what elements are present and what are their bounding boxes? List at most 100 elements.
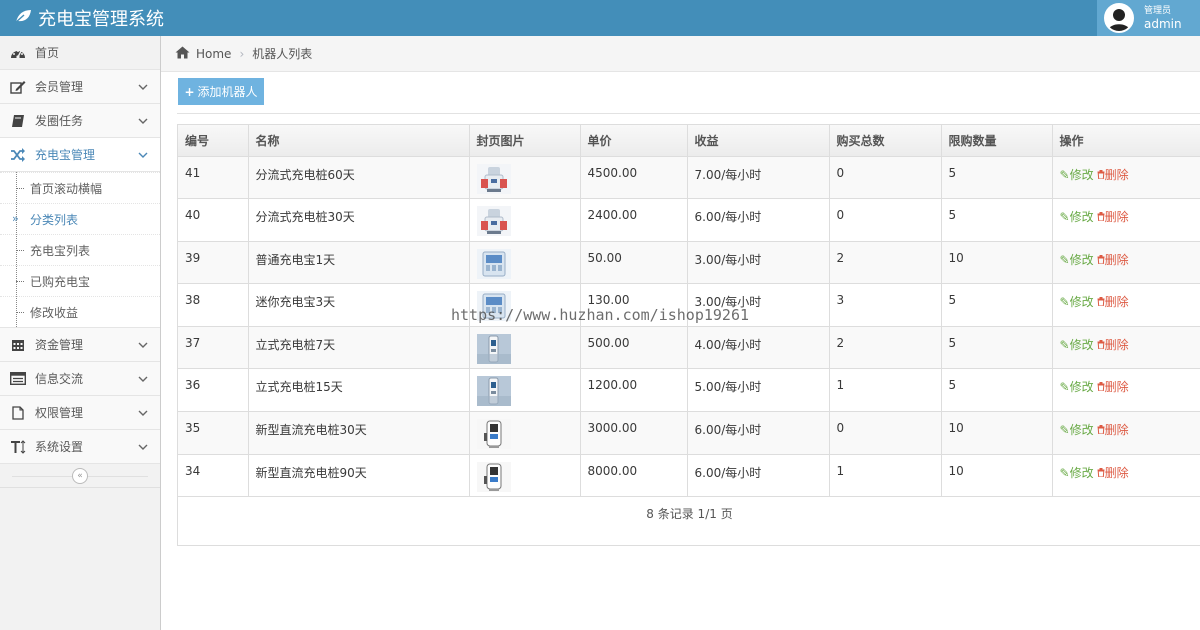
table-row: 41 分流式充电桩60天 4500.00 7.00/每小时 0 5 ✎修改 删除 <box>178 156 1200 200</box>
cell-limit: 5 <box>941 283 1053 327</box>
column-header-price[interactable]: 单价 <box>580 125 688 157</box>
sidebar-item-label: 资金管理 <box>35 338 84 352</box>
chevron-down-icon <box>138 407 148 421</box>
collapse-sidebar-icon[interactable]: « <box>72 467 88 484</box>
submenu-item-purchased[interactable]: 已购充电宝 <box>0 265 160 296</box>
cell-actions: ✎修改 删除 <box>1052 326 1200 370</box>
column-header-income[interactable]: 收益 <box>687 125 830 157</box>
table-row: 40 分流式充电桩30天 2400.00 6.00/每小时 0 5 ✎修改 删除 <box>178 198 1200 242</box>
cell-limit: 5 <box>941 368 1053 413</box>
breadcrumb-current: 机器人列表 <box>252 47 313 61</box>
cell-name: 普通充电宝1天 <box>248 241 470 285</box>
submenu-item-powerbank-list[interactable]: 充电宝列表 <box>0 234 160 265</box>
cell-price: 1200.00 <box>580 368 688 413</box>
cell-total: 1 <box>829 368 942 413</box>
chevron-down-icon <box>138 339 148 353</box>
product-image-thumbnail[interactable] <box>476 163 511 194</box>
cell-limit: 5 <box>941 198 1053 242</box>
submenu-item-edit-income[interactable]: 修改收益 <box>0 296 160 327</box>
cell-actions: ✎修改 删除 <box>1052 156 1200 200</box>
column-header-id[interactable]: 编号 <box>178 125 249 157</box>
delete-link[interactable]: 删除 <box>1097 210 1129 224</box>
user-menu[interactable]: 管理员 admin <box>1097 0 1200 36</box>
column-header-image[interactable]: 封页图片 <box>469 125 581 157</box>
sidebar-item-permissions[interactable]: 权限管理 <box>0 396 160 430</box>
calendar-icon <box>10 337 26 353</box>
breadcrumb-home-link[interactable]: Home <box>196 47 231 61</box>
cell-actions: ✎修改 删除 <box>1052 368 1200 413</box>
cell-income: 5.00/每小时 <box>687 368 830 413</box>
pencil-icon: ✎ <box>1059 167 1070 182</box>
cell-name: 新型直流充电桩90天 <box>248 454 470 498</box>
cell-id: 36 <box>178 368 249 413</box>
edit-link[interactable]: ✎修改 <box>1060 295 1094 309</box>
delete-link[interactable]: 删除 <box>1097 295 1129 309</box>
cell-total: 2 <box>829 241 942 285</box>
cell-image <box>469 368 581 413</box>
submenu-item-category-list[interactable]: » 分类列表 <box>0 203 160 234</box>
sidebar-item-funds[interactable]: 资金管理 <box>0 328 160 362</box>
sidebar-item-home[interactable]: 首页 <box>0 36 160 70</box>
sidebar-item-label: 权限管理 <box>35 406 84 420</box>
cell-price: 50.00 <box>580 241 688 285</box>
product-image-thumbnail[interactable] <box>476 206 511 237</box>
edit-link[interactable]: ✎修改 <box>1060 423 1094 437</box>
cell-total: 1 <box>829 454 942 498</box>
edit-link[interactable]: ✎修改 <box>1060 210 1094 224</box>
cell-id: 34 <box>178 454 249 498</box>
edit-link[interactable]: ✎修改 <box>1060 168 1094 182</box>
trash-icon <box>1097 253 1105 267</box>
product-image-thumbnail[interactable] <box>476 461 511 492</box>
cell-price: 3000.00 <box>580 411 688 455</box>
delete-link[interactable]: 删除 <box>1097 253 1129 267</box>
sidebar-item-label: 充电宝管理 <box>35 148 96 162</box>
edit-link[interactable]: ✎修改 <box>1060 338 1094 352</box>
cell-total: 0 <box>829 198 942 242</box>
chevron-down-icon <box>138 441 148 455</box>
cell-name: 立式充电桩7天 <box>248 326 470 370</box>
delete-link[interactable]: 删除 <box>1097 338 1129 352</box>
cell-limit: 10 <box>941 241 1053 285</box>
chevron-down-icon <box>138 81 148 95</box>
sidebar-item-messages[interactable]: 信息交流 <box>0 362 160 396</box>
cell-name: 迷你充电宝3天 <box>248 283 470 327</box>
delete-link[interactable]: 删除 <box>1097 380 1129 394</box>
cell-actions: ✎修改 删除 <box>1052 241 1200 285</box>
table-row: 37 立式充电桩7天 500.00 4.00/每小时 2 5 ✎修改 删除 <box>178 326 1200 370</box>
sidebar-item-settings[interactable]: 系统设置 <box>0 430 160 464</box>
cell-income: 6.00/每小时 <box>687 411 830 455</box>
product-image-thumbnail[interactable] <box>476 333 511 364</box>
product-image-thumbnail[interactable] <box>476 419 511 450</box>
column-header-limit[interactable]: 限购数量 <box>941 125 1053 157</box>
double-angle-right-icon: » <box>12 212 19 225</box>
delete-link[interactable]: 删除 <box>1097 466 1129 480</box>
pencil-icon: ✎ <box>1059 252 1070 267</box>
sidebar-item-label: 发圈任务 <box>35 114 84 128</box>
product-image-thumbnail[interactable] <box>476 248 511 279</box>
product-image-thumbnail[interactable] <box>476 376 511 407</box>
delete-link[interactable]: 删除 <box>1097 423 1129 437</box>
column-header-total[interactable]: 购买总数 <box>829 125 942 157</box>
chevron-down-icon <box>138 149 148 163</box>
submenu-item-banner[interactable]: 首页滚动横幅 <box>0 172 160 203</box>
brand[interactable]: 充电宝管理系统 <box>14 0 164 36</box>
cell-id: 39 <box>178 241 249 285</box>
edit-link[interactable]: ✎修改 <box>1060 253 1094 267</box>
column-header-name[interactable]: 名称 <box>248 125 470 157</box>
breadcrumb-separator-icon: › <box>239 46 245 61</box>
edit-link[interactable]: ✎修改 <box>1060 380 1094 394</box>
edit-link[interactable]: ✎修改 <box>1060 466 1094 480</box>
pencil-icon: ✎ <box>1059 465 1070 480</box>
cell-id: 40 <box>178 198 249 242</box>
text-height-icon <box>10 439 26 455</box>
sidebar-item-members[interactable]: 会员管理 <box>0 70 160 104</box>
cell-image <box>469 454 581 498</box>
sidebar-item-powerbank[interactable]: 充电宝管理 <box>0 138 160 172</box>
table-row: 36 立式充电桩15天 1200.00 5.00/每小时 1 5 ✎修改 删除 <box>178 368 1200 413</box>
delete-link[interactable]: 删除 <box>1097 168 1129 182</box>
add-robot-button[interactable]: + 添加机器人 <box>178 78 264 105</box>
cell-name: 新型直流充电桩30天 <box>248 411 470 455</box>
cell-image <box>469 241 581 285</box>
cell-income: 7.00/每小时 <box>687 156 830 200</box>
sidebar-item-tasks[interactable]: 发圈任务 <box>0 104 160 138</box>
